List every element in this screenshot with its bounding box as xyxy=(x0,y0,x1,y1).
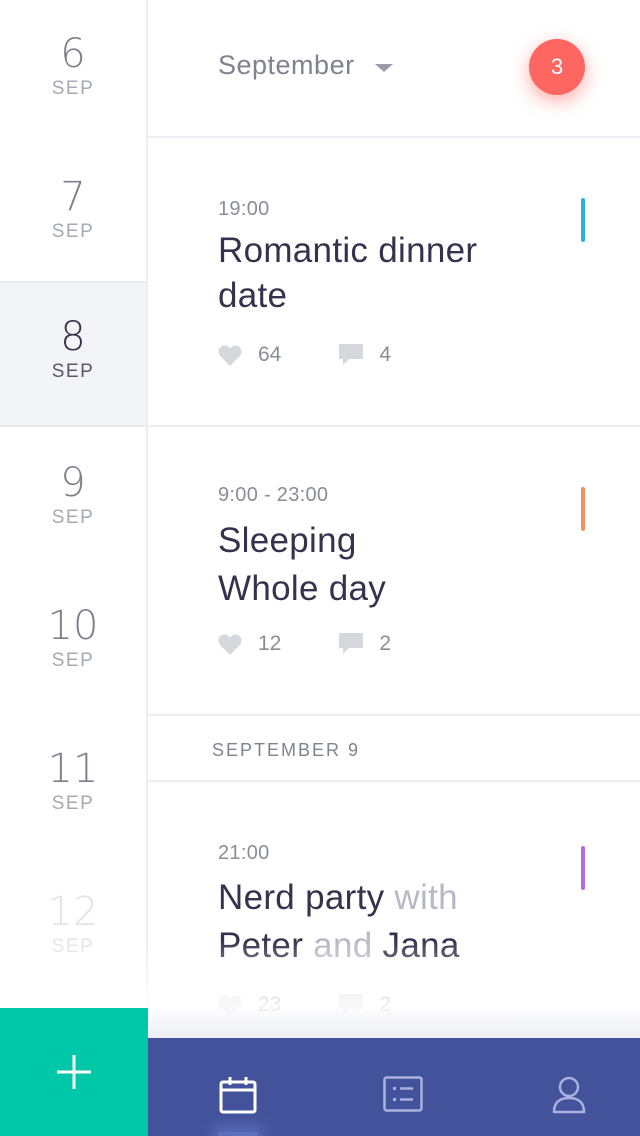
like-count: 64 xyxy=(258,343,282,366)
event-stats: 23 2 xyxy=(218,993,449,1017)
event-stats: 12 2 xyxy=(218,632,449,656)
event-color-marker xyxy=(581,487,585,531)
event-title-muted: and xyxy=(303,926,383,965)
event-title: Nerd party with Peter and Jana xyxy=(218,874,578,970)
comment-icon xyxy=(339,633,364,654)
date-month: SEP xyxy=(51,221,95,242)
event-title-line: Romantic dinner xyxy=(218,231,478,270)
comment-stat[interactable]: 2 xyxy=(339,632,391,656)
event-time: 19:00 xyxy=(218,198,270,220)
add-event-button[interactable] xyxy=(0,1008,148,1136)
comment-count: 2 xyxy=(379,993,392,1016)
event-title-muted: with xyxy=(384,878,458,917)
date-day: 9 xyxy=(60,460,86,506)
event-title-line: Peter and Jana xyxy=(218,922,578,970)
date-month: SEP xyxy=(51,361,95,382)
comment-count: 2 xyxy=(379,632,392,655)
date-day: 6 xyxy=(60,31,86,77)
like-stat[interactable]: 12 xyxy=(218,632,281,656)
tab-profile[interactable] xyxy=(552,1076,586,1119)
date-day: 8 xyxy=(60,314,86,360)
comment-count: 4 xyxy=(379,343,392,366)
heart-icon xyxy=(218,634,242,655)
event-card[interactable]: 19:00 Romantic dinner date 64 4 xyxy=(148,140,640,425)
list-icon xyxy=(383,1076,423,1112)
event-stats: 64 4 xyxy=(218,343,449,367)
heart-icon xyxy=(218,995,242,1016)
event-title-text: Jana xyxy=(382,926,460,965)
date-day: 12 xyxy=(47,889,99,935)
date-month: SEP xyxy=(51,936,95,957)
date-item-9[interactable]: 9 SEP xyxy=(0,429,146,572)
tab-bar xyxy=(148,1038,640,1136)
profile-icon xyxy=(552,1076,586,1114)
event-title-line: Nerd party with xyxy=(218,874,578,922)
date-item-7[interactable]: 7 SEP xyxy=(0,143,146,286)
comment-icon xyxy=(339,994,364,1015)
section-header-label: SEPTEMBER 9 xyxy=(212,740,361,760)
month-dropdown[interactable]: September xyxy=(218,50,393,81)
date-item-12[interactable]: 12 SEP xyxy=(0,858,146,1001)
event-time: 21:00 xyxy=(218,842,270,864)
date-month: SEP xyxy=(51,507,95,528)
comment-stat[interactable]: 2 xyxy=(339,993,391,1017)
event-card[interactable]: 21:00 Nerd party with Peter and Jana 23 … xyxy=(148,784,640,1044)
date-item-10[interactable]: 10 SEP xyxy=(0,572,146,715)
plus-icon xyxy=(57,1055,91,1089)
event-title-line: Sleeping xyxy=(218,521,357,560)
tab-calendar[interactable] xyxy=(219,1076,257,1119)
active-tab-indicator xyxy=(218,1132,258,1136)
date-day: 7 xyxy=(60,174,86,220)
date-month: SEP xyxy=(51,78,95,99)
date-day: 11 xyxy=(47,746,99,792)
date-item-8-selected[interactable]: 8 SEP xyxy=(0,281,146,427)
like-stat[interactable]: 64 xyxy=(218,343,281,367)
date-column: 6 SEP 7 SEP 8 SEP 9 SEP 10 SEP 11 SEP 12… xyxy=(0,0,148,1136)
date-day: 10 xyxy=(47,603,99,649)
month-label: September xyxy=(218,50,355,80)
event-time: 9:00 - 23:00 xyxy=(218,484,329,506)
header: September 3 xyxy=(148,0,640,138)
event-title-line: date xyxy=(218,276,288,315)
date-month: SEP xyxy=(51,650,95,671)
comment-stat[interactable]: 4 xyxy=(339,343,391,367)
like-stat[interactable]: 23 xyxy=(218,993,281,1017)
event-title-line: Whole day xyxy=(218,569,387,608)
date-item-11[interactable]: 11 SEP xyxy=(0,715,146,858)
heart-icon xyxy=(218,345,242,366)
notification-badge[interactable]: 3 xyxy=(529,39,585,95)
like-count: 23 xyxy=(258,993,282,1016)
event-color-marker xyxy=(581,198,585,242)
event-color-marker xyxy=(581,846,585,890)
calendar-icon xyxy=(219,1077,257,1114)
tab-list[interactable] xyxy=(383,1076,423,1117)
comment-icon xyxy=(339,344,364,365)
date-item-6[interactable]: 6 SEP xyxy=(0,0,146,143)
event-title-text: Nerd party xyxy=(218,878,385,917)
section-header: SEPTEMBER 9 xyxy=(148,714,640,782)
chevron-down-icon xyxy=(374,63,393,72)
event-card[interactable]: 9:00 - 23:00 Sleeping Whole day 12 2 xyxy=(148,427,640,714)
like-count: 12 xyxy=(258,632,282,655)
event-title: Romantic dinner date xyxy=(218,228,548,318)
event-title-text: Peter xyxy=(218,926,304,965)
date-month: SEP xyxy=(51,793,95,814)
event-title: Sleeping Whole day xyxy=(218,517,548,613)
